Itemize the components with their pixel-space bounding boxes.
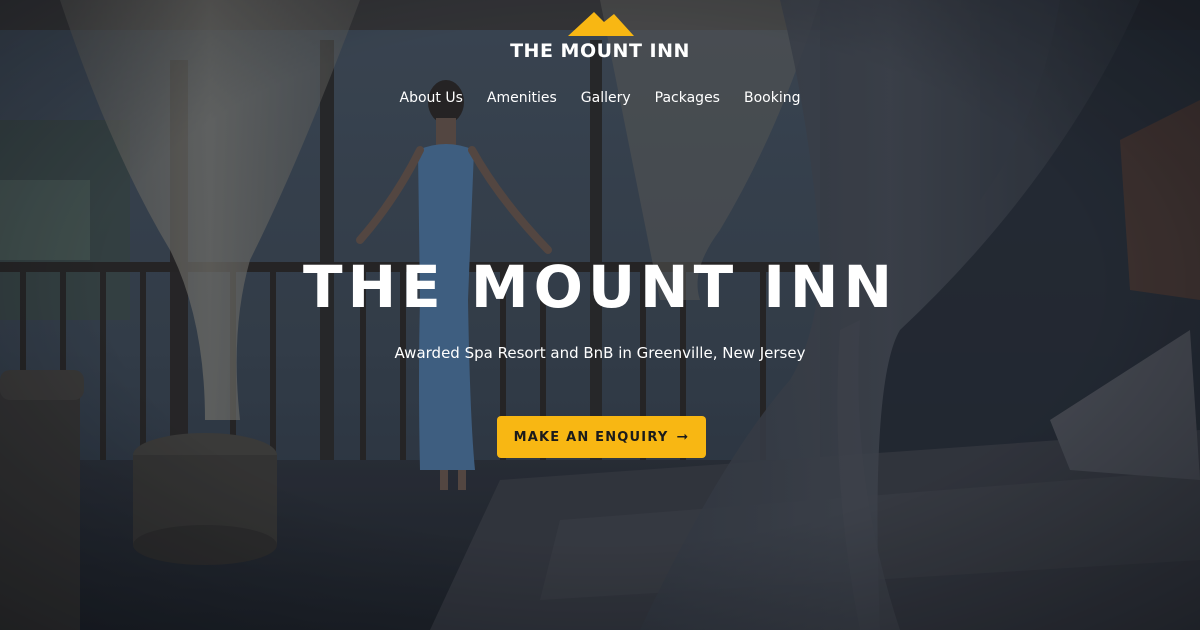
hero-section: THE MOUNT INN About Us Amenities Gallery… xyxy=(0,0,1200,630)
hero-title: THE MOUNT INN xyxy=(303,253,897,321)
nav-item-about-us[interactable]: About Us xyxy=(400,90,463,106)
hero-subtitle: Awarded Spa Resort and BnB in Greenville… xyxy=(394,344,806,362)
nav-item-packages[interactable]: Packages xyxy=(655,90,720,106)
logo-text: THE MOUNT INN xyxy=(510,40,690,62)
arrow-right-icon: ➞ xyxy=(676,429,690,445)
nav-item-gallery[interactable]: Gallery xyxy=(581,90,631,106)
nav-item-booking[interactable]: Booking xyxy=(744,90,801,106)
cta-label: MAKE AN ENQUIRY xyxy=(513,429,669,445)
site-logo[interactable]: THE MOUNT INN xyxy=(0,10,1200,62)
make-enquiry-button[interactable]: MAKE AN ENQUIRY ➞ xyxy=(497,416,706,458)
mountain-icon xyxy=(568,12,634,36)
nav-item-amenities[interactable]: Amenities xyxy=(487,90,557,106)
main-nav: About Us Amenities Gallery Packages Book… xyxy=(0,90,1200,106)
